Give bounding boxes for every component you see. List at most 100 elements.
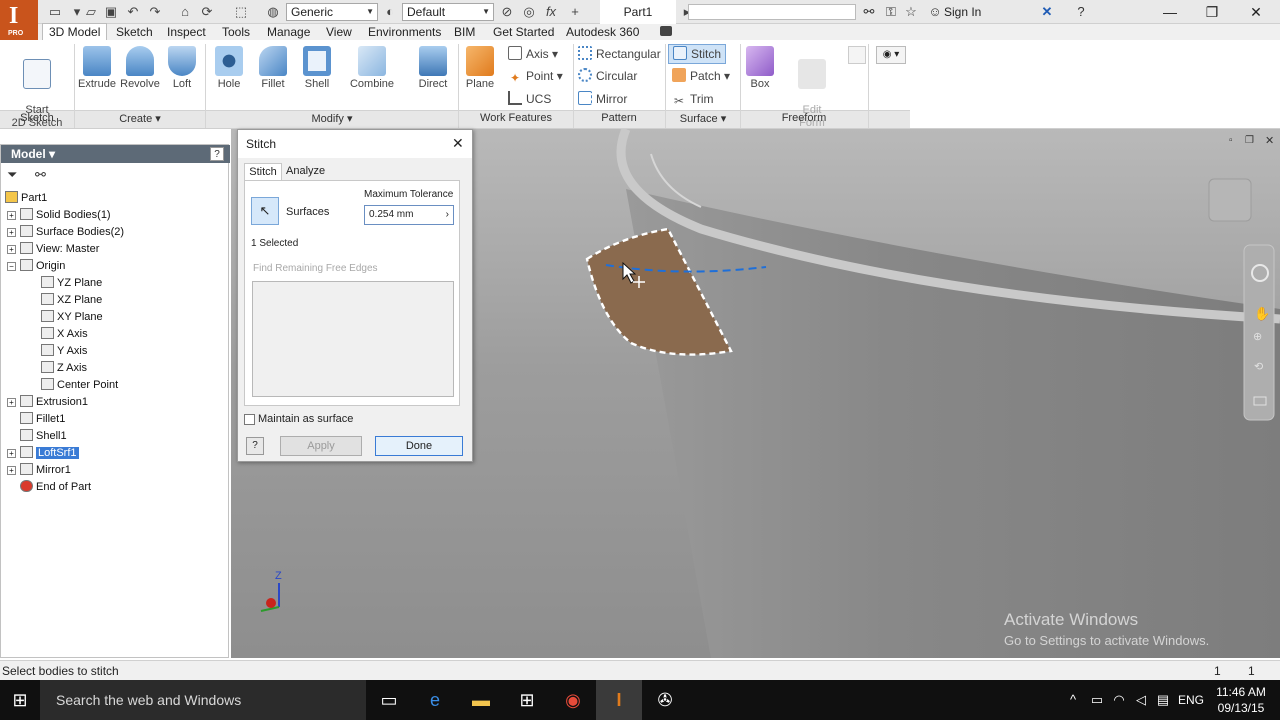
combine-button[interactable]: Combine xyxy=(346,46,398,90)
volume-icon[interactable]: ◁ xyxy=(1132,680,1150,720)
tab-view[interactable]: View xyxy=(320,24,358,40)
tolerance-input[interactable]: 0.254 mm › xyxy=(364,205,454,225)
direct-button[interactable]: Direct xyxy=(414,46,452,90)
orbit-icon[interactable]: ⟲ xyxy=(1254,361,1263,373)
zoom-icon[interactable]: ⊕ xyxy=(1253,331,1262,343)
pan-icon[interactable]: ✋ xyxy=(1254,306,1270,321)
ucs-button[interactable]: UCS xyxy=(508,89,551,109)
tab-3d-model[interactable]: 3D Model xyxy=(42,23,108,40)
media-icon[interactable]: ✇ xyxy=(642,680,688,720)
revolve-button[interactable]: Revolve xyxy=(118,46,162,90)
exchange-icon[interactable]: ✕ xyxy=(1038,3,1056,21)
tab-sketch[interactable]: Sketch xyxy=(110,24,159,40)
rectangular-pattern-button[interactable]: Rectangular xyxy=(578,44,661,64)
loft-button[interactable]: Loft xyxy=(164,46,200,90)
update-icon[interactable]: ⟳ xyxy=(198,3,216,21)
clock-time[interactable]: 11:46 AM xyxy=(1212,685,1270,699)
windows-start-icon[interactable]: ⊞ xyxy=(0,680,40,720)
binoculars-icon[interactable]: ⚯ xyxy=(860,3,878,21)
expander-icon[interactable]: + xyxy=(7,397,16,407)
file-explorer-icon[interactable]: ▬ xyxy=(458,680,504,720)
key-icon[interactable]: ⚿ xyxy=(882,3,900,21)
circular-pattern-button[interactable]: Circular xyxy=(578,66,637,86)
material-select[interactable]: Default ▼ xyxy=(402,3,494,21)
language-indicator[interactable]: ENG xyxy=(1176,680,1206,720)
patch-button[interactable]: Patch ▾ xyxy=(672,66,730,86)
save-icon[interactable]: ▣ xyxy=(102,3,120,21)
viewport-minimize-icon[interactable]: ▫ xyxy=(1229,135,1233,146)
point-button[interactable]: ✦ Point ▾ xyxy=(508,66,563,86)
measure-icon[interactable]: ⊘ xyxy=(498,3,516,21)
browser-node[interactable]: + View: Master xyxy=(5,241,227,258)
help-icon[interactable]: ? xyxy=(210,147,224,161)
surfaces-select-button[interactable]: ↖ xyxy=(251,197,279,225)
browser-node[interactable]: XY Plane xyxy=(5,309,227,326)
chrome-icon[interactable]: ◉ xyxy=(550,680,596,720)
panel-label-surface[interactable]: Surface ▾ xyxy=(666,112,740,125)
sign-in-link[interactable]: Sign In xyxy=(944,5,981,19)
store-icon[interactable]: ⊞ xyxy=(504,680,550,720)
browser-node[interactable]: + LoftSrf1 xyxy=(5,445,227,462)
browser-header[interactable]: Model ▾ xyxy=(1,145,230,163)
minimize-button[interactable]: — xyxy=(1148,0,1192,24)
tab-bim[interactable]: BIM xyxy=(448,24,481,40)
edge-browser-icon[interactable]: e xyxy=(412,680,458,720)
select-icon[interactable]: ⬚ xyxy=(232,3,250,21)
find-icon[interactable]: ⚯ xyxy=(35,167,46,183)
star-icon[interactable]: ☆ xyxy=(902,3,920,21)
browser-node[interactable]: XZ Plane xyxy=(5,292,227,309)
free-edges-list[interactable] xyxy=(252,281,454,397)
browser-node[interactable]: Fillet1 xyxy=(5,411,227,428)
shell-button[interactable]: Shell xyxy=(298,46,336,90)
tab-environments[interactable]: Environments xyxy=(362,24,447,40)
viewport-restore-icon[interactable]: ❐ xyxy=(1245,135,1254,146)
appearance-select[interactable]: Generic ▼ xyxy=(286,3,378,21)
browser-node[interactable]: + Mirror1 xyxy=(5,462,227,479)
dialog-help-icon[interactable]: ? xyxy=(246,437,264,455)
browser-node[interactable]: + Solid Bodies(1) xyxy=(5,207,227,224)
viewport-close-icon[interactable]: ✕ xyxy=(1265,135,1274,147)
browser-node[interactable]: Z Axis xyxy=(5,360,227,377)
tab-inspect[interactable]: Inspect xyxy=(161,24,212,40)
wifi-icon[interactable]: ◠ xyxy=(1110,680,1128,720)
extrude-button[interactable]: Extrude xyxy=(78,46,116,90)
browser-node[interactable]: Y Axis xyxy=(5,343,227,360)
tab-manage[interactable]: Manage xyxy=(261,24,316,40)
expander-icon[interactable]: + xyxy=(7,244,16,254)
tab-tools[interactable]: Tools xyxy=(216,24,256,40)
panel-label-modify[interactable]: Modify ▾ xyxy=(206,112,458,125)
video-icon[interactable] xyxy=(660,26,672,36)
expander-icon[interactable]: + xyxy=(7,227,16,237)
inspect-icon[interactable]: ◎ xyxy=(520,3,538,21)
browser-node[interactable]: End of Part xyxy=(5,479,227,496)
done-button[interactable]: Done xyxy=(375,436,463,456)
tab-autodesk-360[interactable]: Autodesk 360 xyxy=(560,24,645,40)
help-icon[interactable]: ? xyxy=(1072,3,1090,21)
open-folder-icon[interactable]: ▱ xyxy=(82,3,100,21)
dialog-close-icon[interactable]: ✕ xyxy=(452,135,464,152)
stitch-button[interactable]: Stitch xyxy=(668,44,727,64)
tab-stitch[interactable]: Stitch xyxy=(244,163,282,181)
task-view-icon[interactable]: ▭ xyxy=(366,680,412,720)
browser-node[interactable]: Center Point xyxy=(5,377,227,394)
home-icon[interactable]: ⌂ xyxy=(176,3,194,21)
add-icon[interactable]: + xyxy=(566,3,584,21)
expander-icon[interactable]: + xyxy=(7,448,16,458)
trim-button[interactable]: ✂ Trim xyxy=(672,89,714,109)
viewcube[interactable] xyxy=(1208,178,1252,222)
filter-icon[interactable]: ⏷ xyxy=(7,167,17,183)
browser-node[interactable]: YZ Plane xyxy=(5,275,227,292)
taskbar-search-input[interactable]: Search the web and Windows xyxy=(40,680,366,720)
new-file-icon[interactable]: ▭ xyxy=(46,3,64,21)
color-wheel-icon[interactable]: ◍ xyxy=(264,3,282,21)
expander-icon[interactable]: − xyxy=(7,261,16,271)
fillet-button[interactable]: Fillet xyxy=(254,46,292,90)
tab-get-started[interactable]: Get Started xyxy=(487,24,560,40)
browser-node[interactable]: + Extrusion1 xyxy=(5,394,227,411)
parameters-icon[interactable]: fx xyxy=(542,3,560,21)
panel-label-create[interactable]: Create ▾ xyxy=(76,112,204,125)
notifications-icon[interactable]: ▤ xyxy=(1154,680,1172,720)
close-button[interactable]: ✕ xyxy=(1234,0,1278,24)
help-search-input[interactable] xyxy=(688,4,856,20)
browser-node[interactable]: Shell1 xyxy=(5,428,227,445)
